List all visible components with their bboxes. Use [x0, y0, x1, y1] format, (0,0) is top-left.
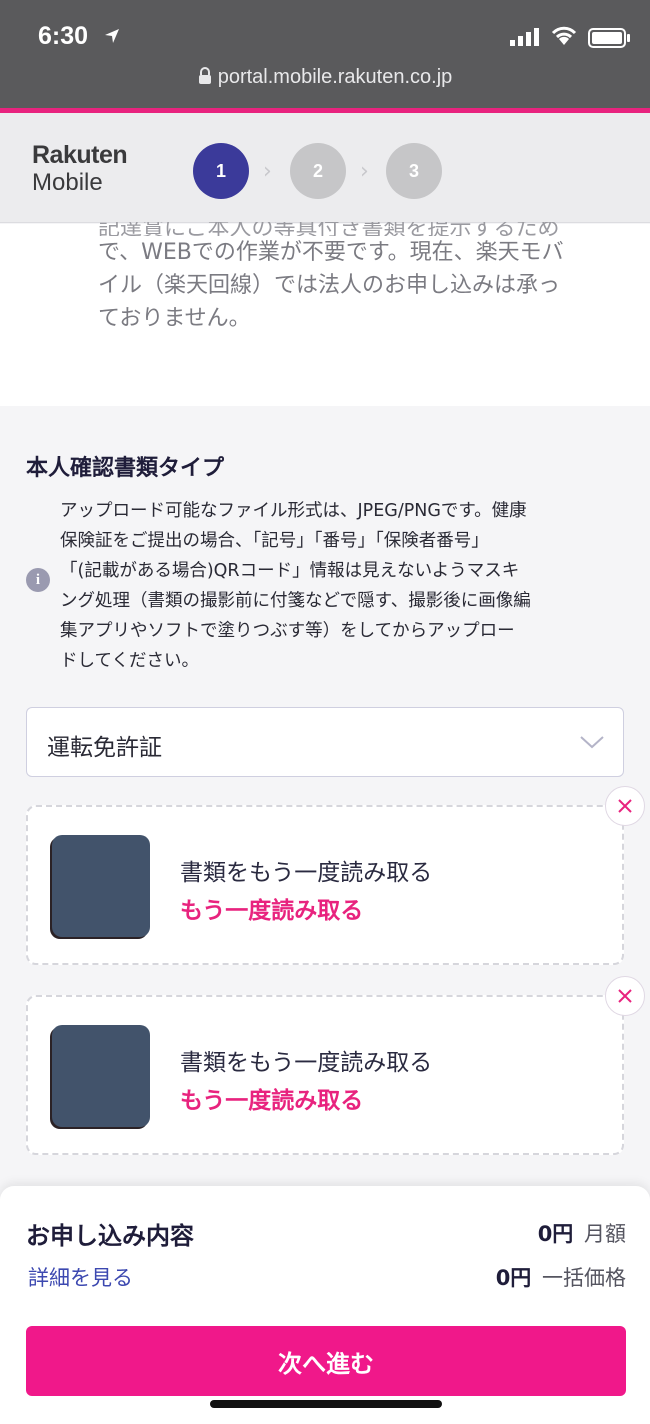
upload-instructions: アップロード可能なファイル形式は、JPEG/PNGです。健康 保険証をご提出の場…	[60, 501, 531, 671]
monthly-price: 0円 月額	[537, 1222, 626, 1246]
url-bar[interactable]: portal.mobile.rakuten.co.jp	[0, 66, 650, 98]
lock-icon	[198, 67, 211, 84]
status-bar: 6:30 portal.mobile.rakuten.co.jp	[0, 0, 650, 108]
step-3: 3	[386, 143, 442, 199]
rescan-link[interactable]: もう一度読み取る	[180, 1081, 363, 1115]
section-title: 本人確認書類タイプ	[26, 456, 225, 481]
app-header: Rakuten Mobile 1 › 2 › 3	[0, 113, 650, 223]
next-button[interactable]: 次へ進む	[26, 1326, 626, 1396]
url-text: portal.mobile.rakuten.co.jp	[217, 66, 453, 88]
remove-upload-button[interactable]	[605, 976, 645, 1016]
wifi-icon	[551, 26, 577, 45]
view-details-link[interactable]: 詳細を見る	[28, 1262, 133, 1292]
step-1: 1	[193, 143, 249, 199]
close-icon	[618, 799, 632, 813]
info-icon: i	[26, 568, 50, 592]
status-time: 6:30	[38, 22, 89, 50]
upload-card-title: 書類をもう一度読み取る	[180, 1050, 433, 1076]
order-summary: お申し込み内容 詳細を見る 0円 月額 0円 一括価格 次へ進む	[0, 1186, 650, 1424]
summary-title: お申し込み内容	[26, 1222, 194, 1250]
close-icon	[618, 989, 632, 1003]
upload-card-title: 書類をもう一度読み取る	[180, 860, 433, 886]
rescan-link[interactable]: もう一度読み取る	[180, 891, 363, 925]
document-type-select[interactable]: 運転免許証	[26, 707, 624, 777]
upload-card[interactable]: 書類をもう一度読み取る もう一度読み取る	[26, 995, 624, 1155]
rakuten-mobile-logo: Rakuten Mobile	[32, 141, 128, 196]
intro-section: 記達賞にご本人の等真付き書類を提示するため で、WEBでの作業が不要です。現在、…	[0, 222, 650, 406]
step-2: 2	[290, 143, 346, 199]
document-thumbnail	[52, 1025, 150, 1127]
chevron-right-icon: ›	[263, 159, 272, 184]
chevron-down-icon	[580, 736, 604, 749]
one-time-price: 0円 一括価格	[495, 1266, 626, 1290]
home-indicator	[210, 1400, 442, 1408]
cellular-signal-icon	[510, 28, 539, 46]
remove-upload-button[interactable]	[605, 786, 645, 826]
intro-text: 記達賞にご本人の等真付き書類を提示するため で、WEBでの作業が不要です。現在、…	[98, 222, 564, 331]
chevron-right-icon: ›	[360, 159, 369, 184]
upload-card[interactable]: 書類をもう一度読み取る もう一度読み取る	[26, 805, 624, 965]
location-arrow-icon	[105, 29, 119, 43]
document-type-value: 運転免許証	[47, 735, 162, 761]
document-thumbnail	[52, 835, 150, 937]
battery-icon	[588, 28, 630, 48]
